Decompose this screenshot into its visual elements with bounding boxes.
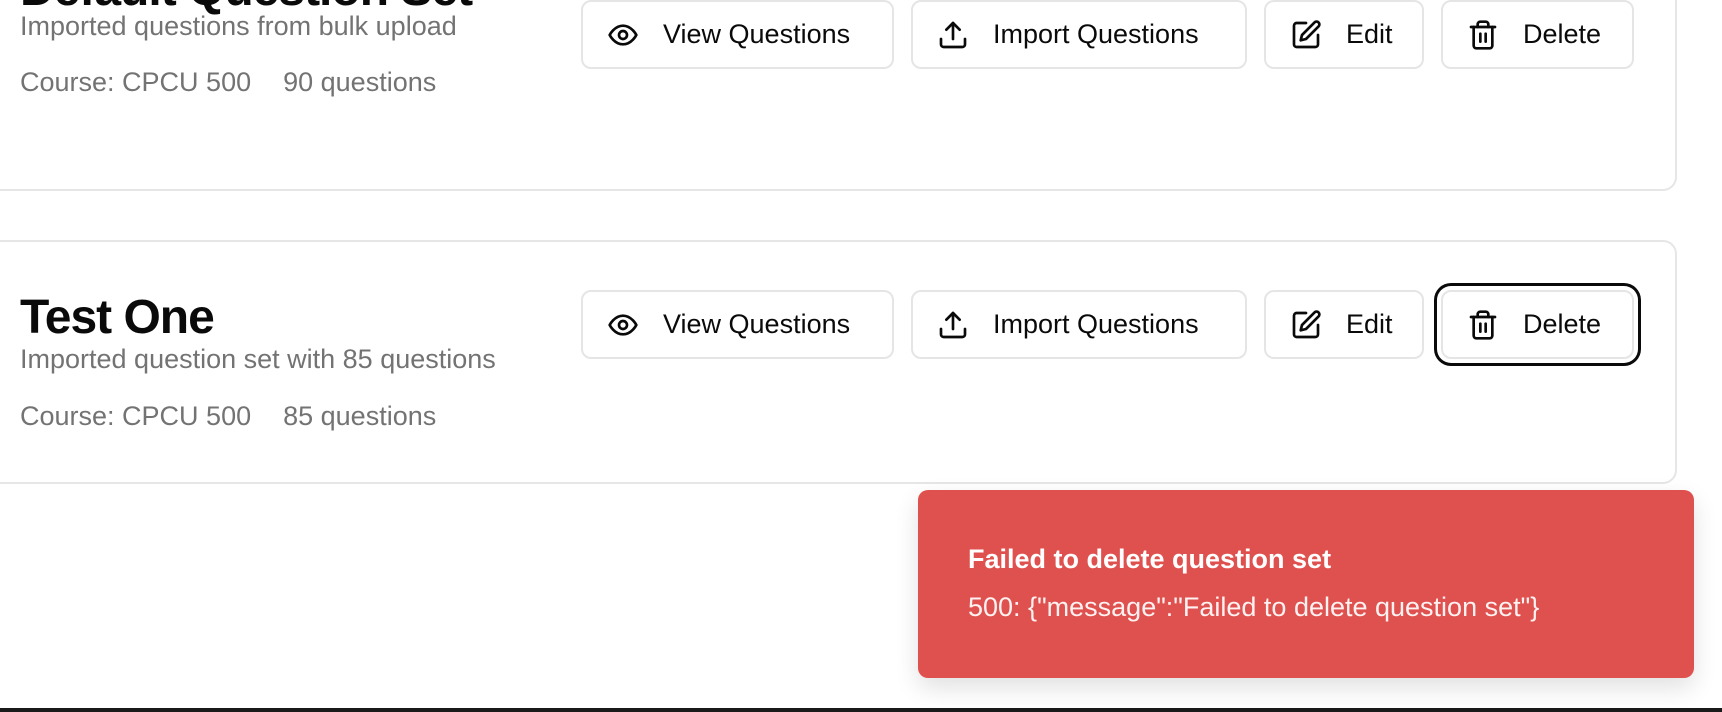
edit-label: Edit: [1346, 309, 1393, 339]
question-set-actions: View Questions Import Questions Edit Del…: [581, 0, 1634, 69]
import-questions-label: Import Questions: [993, 309, 1199, 339]
upload-icon: [937, 19, 969, 51]
eye-icon: [607, 309, 639, 341]
view-questions-button[interactable]: View Questions: [581, 290, 894, 359]
question-set-course: Course: CPCU 500: [20, 67, 252, 97]
error-toast[interactable]: Failed to delete question set 500: {"mes…: [918, 490, 1694, 678]
import-questions-button[interactable]: Import Questions: [911, 0, 1247, 69]
edit-icon: [1290, 309, 1322, 341]
question-set-meta: Course: CPCU 500 85 questions: [20, 401, 436, 432]
question-set-course: Course: CPCU 500: [20, 401, 252, 431]
question-set-card: Test One Imported question set with 85 q…: [0, 240, 1677, 484]
import-questions-label: Import Questions: [993, 19, 1199, 49]
delete-button[interactable]: Delete: [1441, 0, 1634, 69]
question-set-count: 85 questions: [283, 401, 437, 431]
trash-icon: [1467, 19, 1499, 51]
question-set-title: Test One: [20, 291, 215, 344]
toast-message: 500: {"message":"Failed to delete questi…: [968, 592, 1540, 622]
upload-icon: [937, 309, 969, 341]
question-set-description: Imported questions from bulk upload: [20, 11, 457, 41]
question-set-meta: Course: CPCU 500 90 questions: [20, 67, 436, 98]
view-questions-button[interactable]: View Questions: [581, 0, 894, 69]
edit-icon: [1290, 19, 1322, 51]
eye-icon: [607, 19, 639, 51]
edit-label: Edit: [1346, 19, 1393, 49]
bottom-divider: [0, 708, 1722, 712]
import-questions-button[interactable]: Import Questions: [911, 290, 1247, 359]
trash-icon: [1467, 309, 1499, 341]
question-set-description: Imported question set with 85 questions: [20, 344, 496, 374]
view-questions-label: View Questions: [663, 309, 851, 339]
question-set-actions: View Questions Import Questions Edit Del…: [581, 290, 1634, 359]
toast-title: Failed to delete question set: [968, 544, 1332, 574]
edit-button[interactable]: Edit: [1264, 0, 1424, 69]
view-questions-label: View Questions: [663, 19, 851, 49]
delete-button[interactable]: Delete: [1441, 290, 1634, 359]
edit-button[interactable]: Edit: [1264, 290, 1424, 359]
question-set-count: 90 questions: [283, 67, 437, 97]
delete-label: Delete: [1523, 309, 1602, 339]
question-set-card: Default Question Set Imported questions …: [0, 0, 1677, 191]
delete-label: Delete: [1523, 19, 1602, 49]
